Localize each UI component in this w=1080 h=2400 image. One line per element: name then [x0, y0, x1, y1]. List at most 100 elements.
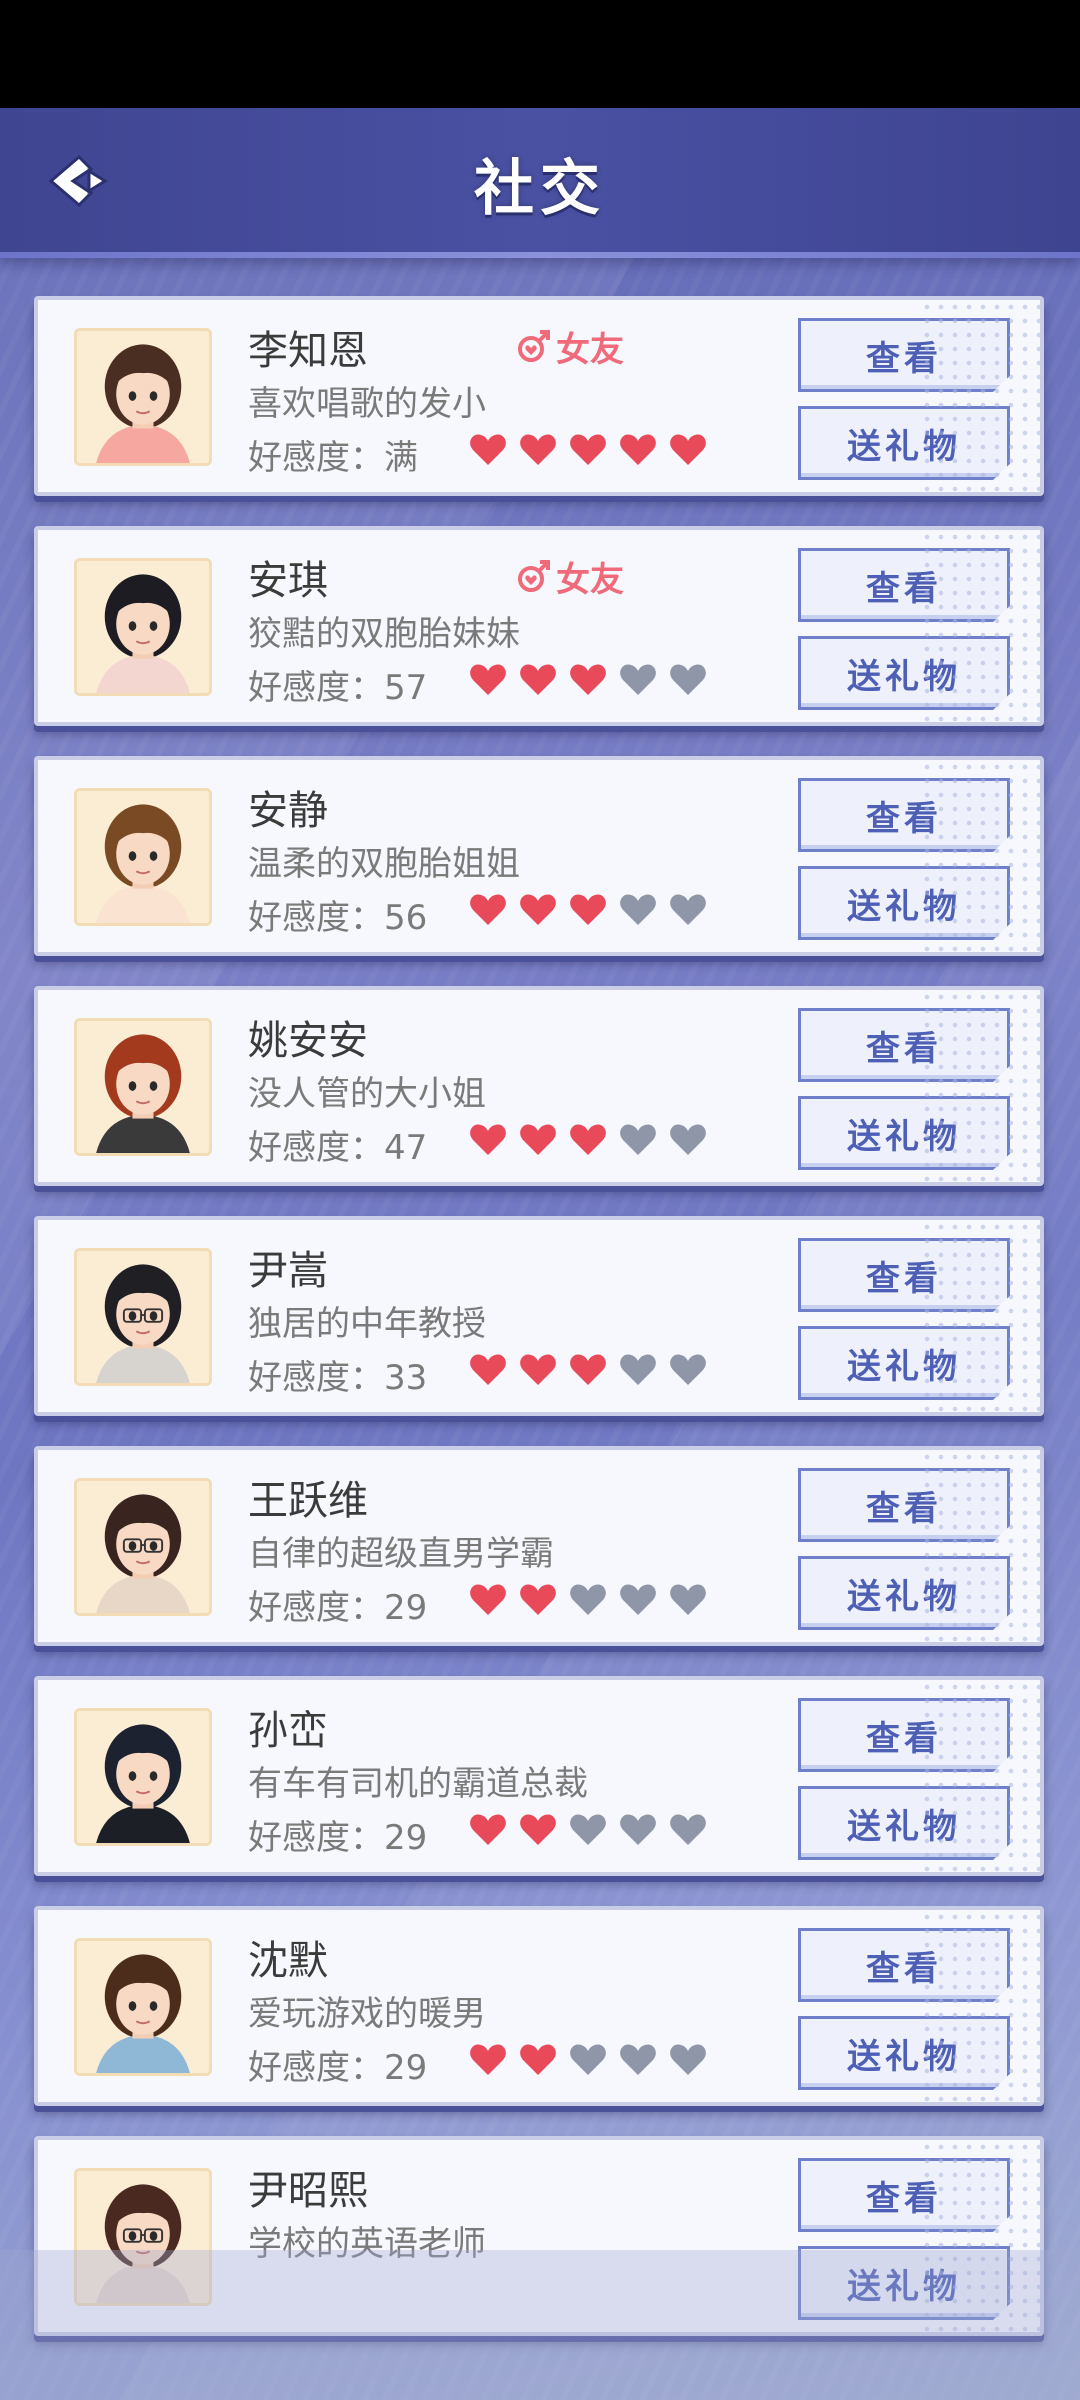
character-name: 王跃维: [248, 1478, 368, 1524]
view-button[interactable]: 查看: [798, 1238, 1010, 1312]
avatar: [74, 1708, 212, 1846]
girlfriend-badge: 女友: [516, 552, 624, 601]
heart-icon: [568, 430, 608, 470]
favor-value: 29: [384, 1588, 428, 1628]
heart-icon: [668, 1580, 708, 1620]
heart-icon: [668, 1810, 708, 1850]
character-description: 温柔的双胞胎姐姐: [248, 844, 520, 884]
character-name: 尹嵩: [248, 1248, 328, 1294]
heart-icon: [568, 1580, 608, 1620]
character-name: 沈默: [248, 1938, 328, 1984]
favor-label: 好感度：56: [248, 898, 428, 938]
heart-icon: [668, 660, 708, 700]
heart-rating: [468, 890, 708, 930]
heart-icon: [668, 430, 708, 470]
favor-label: 好感度：57: [248, 668, 428, 708]
header-bar: 社交: [0, 108, 1080, 258]
avatar: [74, 558, 212, 696]
heart-icon: [468, 1580, 508, 1620]
heart-icon: [668, 890, 708, 930]
heart-icon: [468, 660, 508, 700]
send-gift-button[interactable]: 送礼物: [798, 2016, 1010, 2090]
heart-icon: [468, 1810, 508, 1850]
social-screen: 社交 李知恩 女友 喜欢唱歌的发小 好感度：满 查看 送礼物 安琪 女友 狡黠的双胞胎妹妹 好感度…: [0, 108, 1080, 2400]
status-bar: [0, 0, 1080, 108]
heart-rating: [468, 1350, 708, 1390]
view-button[interactable]: 查看: [798, 1468, 1010, 1542]
send-gift-button[interactable]: 送礼物: [798, 866, 1010, 940]
heart-icon: [518, 1810, 558, 1850]
favor-value: 满: [384, 438, 418, 478]
send-gift-button[interactable]: 送礼物: [798, 1096, 1010, 1170]
avatar: [74, 1478, 212, 1616]
heart-icon: [618, 1350, 658, 1390]
heart-icon: [668, 2040, 708, 2080]
heart-male-icon: [518, 329, 550, 362]
heart-icon: [518, 1350, 558, 1390]
send-gift-button[interactable]: 送礼物: [798, 406, 1010, 480]
view-button[interactable]: 查看: [798, 1698, 1010, 1772]
heart-icon: [468, 1350, 508, 1390]
send-gift-button[interactable]: 送礼物: [798, 1556, 1010, 1630]
character-name: 安琪: [248, 558, 328, 604]
heart-rating: [468, 660, 708, 700]
heart-icon: [518, 430, 558, 470]
heart-rating: [468, 2040, 708, 2080]
view-button[interactable]: 查看: [798, 1928, 1010, 2002]
favor-value: 29: [384, 2048, 428, 2088]
send-gift-button[interactable]: 送礼物: [798, 1326, 1010, 1400]
favor-value: 33: [384, 1358, 428, 1398]
heart-icon: [568, 890, 608, 930]
character-description: 狡黠的双胞胎妹妹: [248, 614, 520, 654]
character-card: 尹嵩 独居的中年教授 好感度：33 查看 送礼物: [34, 1216, 1044, 1416]
heart-rating: [468, 1120, 708, 1160]
girlfriend-label: 女友: [556, 560, 624, 600]
heart-icon: [568, 2040, 608, 2080]
character-description: 喜欢唱歌的发小: [248, 384, 486, 424]
favor-label: 好感度：满: [248, 438, 418, 478]
character-card: 沈默爱玩游戏的暖男 好感度：29 查看送礼物: [34, 1906, 1044, 2106]
favor-value: 57: [384, 668, 428, 708]
send-gift-button[interactable]: 送礼物: [798, 1786, 1010, 1860]
heart-icon: [518, 1120, 558, 1160]
bottom-bar: [0, 2250, 1080, 2400]
avatar: [74, 1248, 212, 1386]
view-button[interactable]: 查看: [798, 548, 1010, 622]
heart-icon: [468, 2040, 508, 2080]
favor-label: 好感度：47: [248, 1128, 428, 1168]
favor-label: 好感度：29: [248, 1588, 428, 1628]
favor-label: 好感度：33: [248, 1358, 428, 1398]
page-title: 社交: [474, 154, 606, 224]
view-button[interactable]: 查看: [798, 318, 1010, 392]
view-button[interactable]: 查看: [798, 2158, 1010, 2232]
heart-icon: [568, 1350, 608, 1390]
avatar: [74, 788, 212, 926]
favor-value: 56: [384, 898, 428, 938]
heart-rating: [468, 430, 708, 470]
heart-icon: [618, 660, 658, 700]
heart-icon: [518, 890, 558, 930]
heart-rating: [468, 1810, 708, 1850]
character-card: 姚安安 没人管的大小姐 好感度：47 查看 送礼物: [34, 986, 1044, 1186]
character-name: 李知恩: [248, 328, 368, 374]
avatar: [74, 328, 212, 466]
heart-icon: [518, 660, 558, 700]
character-description: 自律的超级直男学霸: [248, 1534, 554, 1574]
heart-icon: [618, 2040, 658, 2080]
favor-label: 好感度：29: [248, 1818, 428, 1858]
heart-icon: [468, 1120, 508, 1160]
character-description: 爱玩游戏的暖男: [248, 1994, 486, 2034]
character-card: 孙峦 有车有司机的霸道总裁 好感度：29 查看 送礼物: [34, 1676, 1044, 1876]
heart-icon: [668, 1350, 708, 1390]
character-name: 安静: [248, 788, 328, 834]
view-button[interactable]: 查看: [798, 778, 1010, 852]
heart-rating: [468, 1580, 708, 1620]
character-card: 安琪 女友 狡黠的双胞胎妹妹 好感度：57 查看送礼物: [34, 526, 1044, 726]
heart-icon: [618, 1120, 658, 1160]
send-gift-button[interactable]: 送礼物: [798, 636, 1010, 710]
heart-icon: [568, 1120, 608, 1160]
character-description: 没人管的大小姐: [248, 1074, 486, 1114]
favor-label: 好感度：29: [248, 2048, 428, 2088]
avatar: [74, 1018, 212, 1156]
view-button[interactable]: 查看: [798, 1008, 1010, 1082]
